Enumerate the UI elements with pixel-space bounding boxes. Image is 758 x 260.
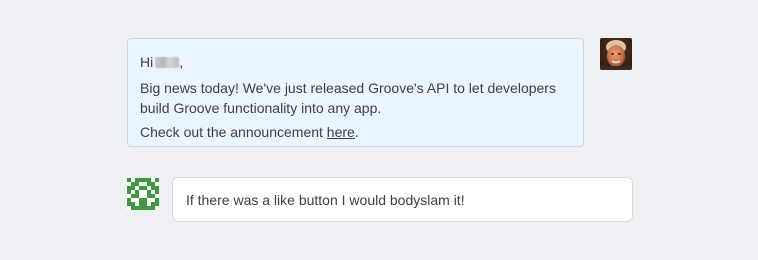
identicon-avatar-icon [127, 178, 159, 210]
agent-message-bubble: Hi, Big news today! We've just released … [127, 38, 584, 147]
cta-suffix: . [354, 124, 359, 140]
greeting-suffix: , [179, 54, 184, 70]
user-photo-avatar-icon [600, 38, 632, 70]
greeting-line: Hi, [140, 52, 571, 72]
message-body: Big news today! We've just released Groo… [140, 80, 556, 116]
announcement-link[interactable]: here [327, 124, 355, 140]
customer-avatar [127, 178, 159, 210]
customer-message-bubble: If there was a like button I would bodys… [172, 177, 633, 222]
customer-message-text: If there was a like button I would bodys… [186, 192, 465, 208]
redacted-name [155, 57, 180, 68]
conversation-thread: Hi, Big news today! We've just released … [0, 0, 758, 260]
cta-line: Check out the announcement here. [140, 122, 571, 142]
agent-avatar [600, 38, 632, 70]
greeting-text: Hi [140, 54, 154, 70]
cta-prefix: Check out the announcement [140, 124, 327, 140]
